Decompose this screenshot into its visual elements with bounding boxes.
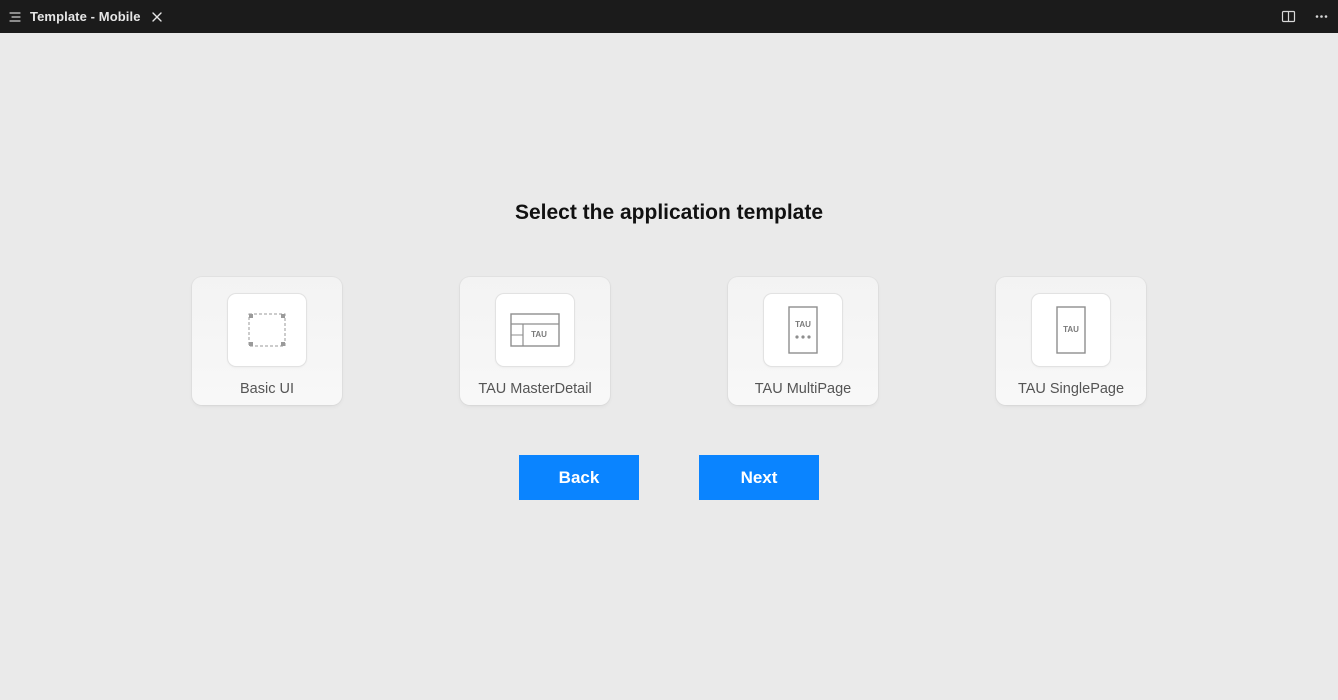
- svg-text:TAU: TAU: [531, 330, 547, 339]
- template-thumb-tau-multipage: TAU: [763, 293, 843, 367]
- tab-template-mobile[interactable]: Template - Mobile: [0, 0, 175, 33]
- template-label: TAU SinglePage: [1018, 381, 1124, 397]
- template-card-tau-masterdetail[interactable]: TAU TAU MasterDetail: [460, 277, 610, 405]
- template-card-tau-multipage[interactable]: TAU TAU MultiPage: [728, 277, 878, 405]
- page-title: Select the application template: [515, 201, 823, 225]
- template-thumb-tau-singlepage: TAU: [1031, 293, 1111, 367]
- more-icon[interactable]: [1305, 0, 1338, 33]
- template-card-tau-singlepage[interactable]: TAU TAU SinglePage: [996, 277, 1146, 405]
- titlebar-spacer: [175, 0, 1272, 33]
- wizard-buttons: Back Next: [519, 455, 819, 500]
- template-thumb-tau-masterdetail: TAU: [495, 293, 575, 367]
- svg-text:TAU: TAU: [1063, 325, 1079, 334]
- close-icon[interactable]: [149, 9, 165, 25]
- tab-doc-icon: [8, 10, 22, 24]
- template-card-basic-ui[interactable]: Basic UI: [192, 277, 342, 405]
- back-button[interactable]: Back: [519, 455, 639, 500]
- template-label: TAU MasterDetail: [478, 381, 591, 397]
- template-label: Basic UI: [240, 381, 294, 397]
- split-editor-icon[interactable]: [1272, 0, 1305, 33]
- template-thumb-basic-ui: [227, 293, 307, 367]
- template-cards-row: Basic UI TAU TAU MasterDetail TAU: [192, 277, 1146, 405]
- tab-title: Template - Mobile: [30, 9, 141, 24]
- svg-text:TAU: TAU: [795, 320, 811, 329]
- content-area: Select the application template Basic UI: [0, 33, 1338, 700]
- next-button[interactable]: Next: [699, 455, 819, 500]
- template-label: TAU MultiPage: [755, 381, 851, 397]
- titlebar: Template - Mobile: [0, 0, 1338, 33]
